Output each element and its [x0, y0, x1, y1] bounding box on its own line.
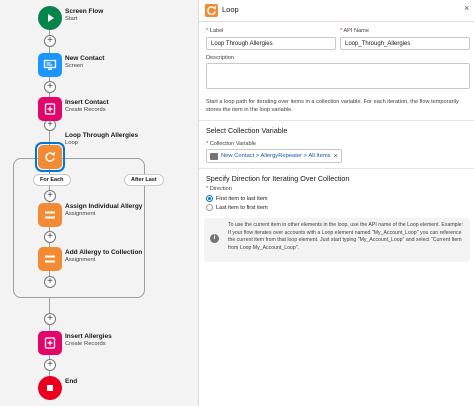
loop-icon: [45, 151, 56, 162]
stop-icon: [47, 385, 53, 391]
create-records-node[interactable]: [38, 97, 62, 121]
label-field-label: * Label: [206, 28, 224, 34]
screen-icon: [43, 59, 57, 70]
node-subtitle: Screen: [65, 63, 84, 69]
close-icon[interactable]: ×: [464, 3, 469, 13]
info-icon: i: [210, 234, 219, 243]
node-title: New Contact: [65, 55, 105, 62]
node-title: Assign Individual Allergy: [65, 203, 143, 210]
start-node[interactable]: [38, 6, 62, 30]
node-subtitle: Create Records: [65, 341, 106, 347]
label-input[interactable]: Loop Through Allergies: [206, 37, 336, 50]
node-subtitle: Create Records: [65, 107, 106, 113]
node-subtitle: Loop: [65, 140, 78, 146]
assignment-icon: [45, 255, 55, 263]
description-label: Description: [206, 55, 234, 61]
assignment-node[interactable]: [38, 203, 62, 227]
radio-label: First item to last item: [216, 195, 268, 202]
add-element-button[interactable]: +: [44, 35, 56, 47]
radio-unselected[interactable]: [206, 204, 213, 211]
api-name-field-label: * API Name: [340, 28, 369, 34]
play-icon: [48, 14, 54, 22]
create-records-icon: [44, 337, 56, 349]
flow-canvas[interactable]: + + + + + + + + Screen Flow Start New Co…: [0, 0, 198, 406]
collection-variable-input[interactable]: New Contact > AllergyRepeater > All Item…: [206, 149, 342, 163]
create-records-icon: [44, 103, 56, 115]
assignment-icon: [45, 211, 55, 219]
info-text: To use the current item in other element…: [228, 222, 464, 251]
panel-header: Loop ×: [199, 0, 474, 22]
divider: [199, 120, 474, 121]
node-title: Loop Through Allergies: [65, 132, 139, 139]
direction-section-title: Specify Direction for Iterating Over Col…: [206, 174, 350, 183]
properties-panel: Loop ×: [198, 0, 474, 406]
panel-title: Loop: [222, 5, 239, 14]
intro-text: Start a loop path for iterating over ite…: [206, 99, 459, 113]
node-title: Screen Flow: [65, 8, 104, 15]
divider: [199, 168, 474, 169]
for-each-label: For Each: [33, 174, 71, 186]
node-subtitle: Start: [65, 16, 78, 22]
description-textarea[interactable]: [206, 63, 470, 89]
add-element-button[interactable]: +: [44, 190, 56, 202]
collection-section-title: Select Collection Variable: [206, 126, 288, 135]
direction-option-last-to-first[interactable]: Last item to first item: [206, 204, 268, 211]
node-title: Add Allergy to Collection: [65, 249, 143, 256]
direction-option-first-to-last[interactable]: First item to last item: [206, 195, 268, 202]
add-element-button[interactable]: +: [44, 276, 56, 288]
screen-node[interactable]: [38, 53, 62, 77]
direction-label: * Direction: [206, 186, 232, 192]
add-element-button[interactable]: +: [44, 231, 56, 243]
radio-selected[interactable]: [206, 195, 213, 202]
node-subtitle: Assignment: [65, 211, 96, 217]
node-title: Insert Contact: [65, 99, 109, 106]
loop-icon: [205, 4, 218, 17]
collection-icon: [210, 152, 218, 160]
add-element-button[interactable]: +: [44, 313, 56, 325]
create-records-node[interactable]: [38, 331, 62, 355]
after-last-label: After Last: [124, 174, 164, 186]
collection-variable-value: New Contact > AllergyRepeater > All Item…: [221, 153, 331, 159]
node-title: End: [65, 378, 78, 385]
api-name-input[interactable]: Loop_Through_Allergies: [340, 37, 470, 50]
collection-variable-label: * Collection Variable: [206, 141, 256, 147]
radio-label: Last item to first item: [216, 204, 268, 211]
remove-icon[interactable]: ×: [334, 153, 338, 160]
node-subtitle: Assignment: [65, 257, 96, 263]
node-title: Insert Allergies: [65, 333, 112, 340]
add-element-button[interactable]: +: [44, 359, 56, 371]
end-node[interactable]: [38, 376, 62, 400]
loop-node[interactable]: [38, 145, 62, 169]
add-element-button[interactable]: +: [44, 81, 56, 93]
assignment-node[interactable]: [38, 247, 62, 271]
